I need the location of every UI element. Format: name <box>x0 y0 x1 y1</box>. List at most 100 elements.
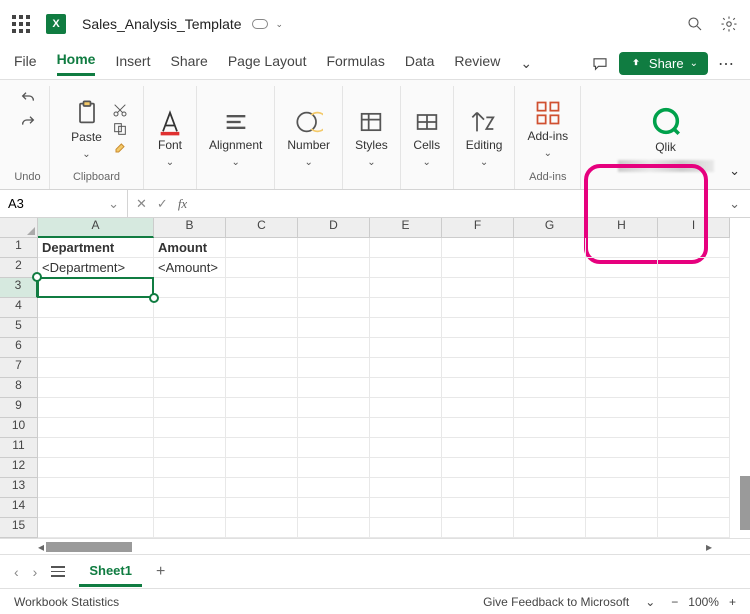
cell[interactable] <box>442 278 514 298</box>
all-sheets-icon[interactable] <box>51 566 65 577</box>
cell[interactable] <box>154 358 226 378</box>
row-header[interactable]: 12 <box>0 458 38 478</box>
row-header[interactable]: 4 <box>0 298 38 318</box>
cell[interactable] <box>226 358 298 378</box>
cell[interactable] <box>38 338 154 358</box>
cell[interactable] <box>442 398 514 418</box>
cell[interactable] <box>370 258 442 278</box>
cell[interactable] <box>658 258 730 278</box>
feedback-link[interactable]: Give Feedback to Microsoft <box>483 595 629 609</box>
cell[interactable] <box>298 498 370 518</box>
cancel-formula-icon[interactable]: ✕ <box>136 196 147 212</box>
cell[interactable] <box>38 498 154 518</box>
cell[interactable] <box>38 458 154 478</box>
app-launcher-icon[interactable] <box>12 15 30 33</box>
sheet-tab[interactable]: Sheet1 <box>79 557 142 587</box>
cell[interactable] <box>514 418 586 438</box>
share-button[interactable]: Share ⌄ <box>619 52 708 75</box>
zoom-out-icon[interactable]: − <box>671 595 678 609</box>
cell[interactable] <box>658 498 730 518</box>
selection-handle[interactable] <box>32 272 42 282</box>
cell[interactable] <box>514 478 586 498</box>
gear-icon[interactable] <box>720 15 738 33</box>
cell[interactable] <box>298 238 370 258</box>
row-header[interactable]: 13 <box>0 478 38 498</box>
cell[interactable] <box>154 498 226 518</box>
select-all-corner[interactable] <box>0 218 38 238</box>
cell[interactable] <box>298 338 370 358</box>
cell[interactable]: Amount <box>154 238 226 258</box>
cell[interactable] <box>514 518 586 538</box>
col-header-E[interactable]: E <box>370 218 442 238</box>
cell[interactable] <box>658 458 730 478</box>
zoom-in-icon[interactable]: + <box>729 595 736 609</box>
row-header[interactable]: 3 <box>0 278 38 298</box>
cell[interactable] <box>298 298 370 318</box>
sheet-prev-icon[interactable]: ‹ <box>14 564 19 580</box>
tab-page-layout[interactable]: Page Layout <box>228 53 307 75</box>
editing-button[interactable]: Editing <box>460 104 509 172</box>
cell[interactable] <box>370 338 442 358</box>
cell[interactable] <box>586 518 658 538</box>
cell[interactable] <box>586 358 658 378</box>
cell[interactable] <box>514 378 586 398</box>
cell[interactable] <box>658 298 730 318</box>
cell[interactable] <box>298 318 370 338</box>
cell[interactable] <box>442 518 514 538</box>
number-button[interactable]: Number <box>281 104 336 172</box>
cell[interactable] <box>442 458 514 478</box>
cell[interactable] <box>370 278 442 298</box>
cell[interactable] <box>658 318 730 338</box>
cell[interactable] <box>586 438 658 458</box>
chevron-down-icon[interactable]: ⌄ <box>645 595 655 609</box>
tabs-overflow-icon[interactable]: ⌄ <box>520 55 532 72</box>
cell[interactable] <box>586 498 658 518</box>
cell[interactable] <box>298 438 370 458</box>
cell[interactable] <box>586 318 658 338</box>
vertical-scrollbar[interactable] <box>740 476 750 530</box>
cell[interactable] <box>658 378 730 398</box>
cell[interactable] <box>658 478 730 498</box>
cell[interactable] <box>586 298 658 318</box>
cell[interactable] <box>38 298 154 318</box>
cell[interactable] <box>514 238 586 258</box>
cell[interactable] <box>154 298 226 318</box>
cell[interactable] <box>658 518 730 538</box>
cell[interactable] <box>442 358 514 378</box>
accept-formula-icon[interactable]: ✓ <box>157 196 168 212</box>
cell[interactable] <box>38 438 154 458</box>
cell[interactable] <box>154 478 226 498</box>
cells-button[interactable]: Cells <box>407 104 447 172</box>
cell[interactable] <box>442 338 514 358</box>
cell[interactable] <box>586 458 658 478</box>
cell[interactable] <box>38 358 154 378</box>
tab-review[interactable]: Review <box>454 53 500 75</box>
cell[interactable] <box>370 358 442 378</box>
row-header[interactable]: 15 <box>0 518 38 538</box>
formula-bar-expand-icon[interactable]: ⌄ <box>729 196 750 212</box>
cell[interactable] <box>154 278 226 298</box>
cell[interactable] <box>658 278 730 298</box>
cell-reference-input[interactable] <box>8 196 78 211</box>
copy-icon[interactable] <box>112 121 128 137</box>
add-sheet-icon[interactable]: + <box>156 563 165 581</box>
cell[interactable] <box>658 338 730 358</box>
cell[interactable] <box>298 358 370 378</box>
cell[interactable] <box>226 418 298 438</box>
undo-icon[interactable] <box>16 88 40 108</box>
tab-file[interactable]: File <box>14 53 37 75</box>
cell[interactable]: Department <box>38 238 154 258</box>
ribbon-more-icon[interactable]: ⋯ <box>718 54 736 74</box>
col-header-G[interactable]: G <box>514 218 586 238</box>
row-header[interactable]: 6 <box>0 338 38 358</box>
cell[interactable] <box>370 298 442 318</box>
cell[interactable] <box>658 358 730 378</box>
tab-insert[interactable]: Insert <box>115 53 150 75</box>
tab-home[interactable]: Home <box>57 51 96 76</box>
sheet-next-icon[interactable]: › <box>33 564 38 580</box>
scroll-right-icon[interactable]: ▸ <box>706 540 712 554</box>
cell[interactable] <box>226 298 298 318</box>
font-button[interactable]: Font <box>150 104 190 172</box>
workbook-stats-button[interactable]: Workbook Statistics <box>14 595 119 609</box>
row-header[interactable]: 8 <box>0 378 38 398</box>
